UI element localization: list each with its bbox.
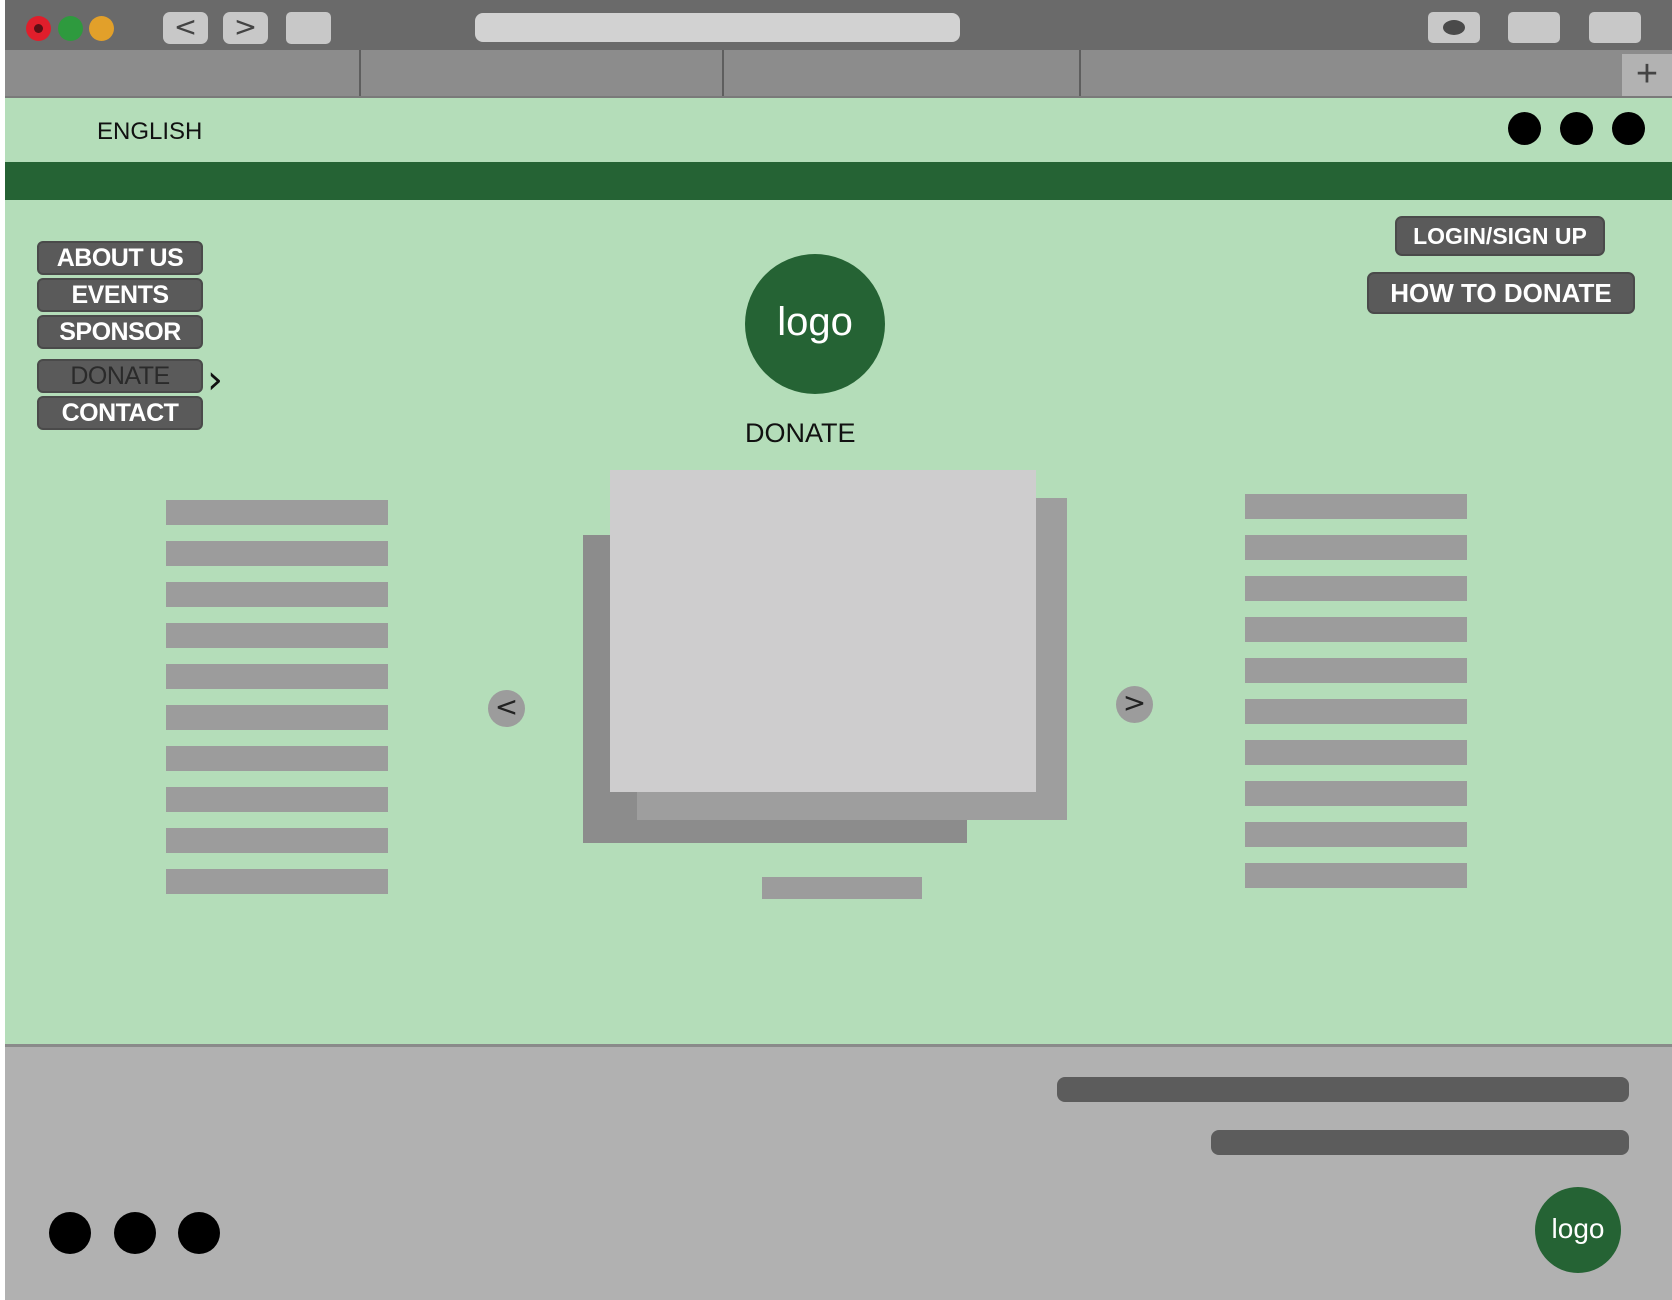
nav-donate[interactable]: DONATE [37,359,203,393]
text-placeholder-line [166,664,388,689]
minimize-window-icon[interactable] [58,16,83,41]
text-placeholder-line [1245,576,1467,601]
text-placeholder-line [166,623,388,648]
text-placeholder-line [166,582,388,607]
chevron-right-icon: › [207,357,223,403]
browser-tab[interactable] [724,50,1081,96]
reader-view-button[interactable] [1428,12,1480,43]
footer-link-placeholder[interactable] [1211,1130,1629,1155]
header-divider-bar [5,162,1672,200]
page-title: DONATE [745,418,856,448]
how-to-donate-button[interactable]: HOW TO DONATE [1367,272,1635,314]
close-window-icon[interactable] [26,16,51,41]
carousel-next-button[interactable]: > [1116,686,1153,723]
text-placeholder-line [1245,740,1467,765]
site-logo[interactable]: logo [745,254,885,394]
text-placeholder-line [166,828,388,853]
browser-tab[interactable] [1081,50,1622,96]
footer-logo[interactable]: logo [1535,1187,1621,1273]
nav-sponsor[interactable]: SPONSOR [37,315,203,349]
nav-about-us[interactable]: ABOUT US [37,241,203,275]
browser-tab-strip: + [5,50,1672,98]
text-placeholder-line [1245,658,1467,683]
carousel-image[interactable] [610,470,1036,792]
share-button[interactable] [1508,12,1560,43]
sidebar-toggle-button[interactable] [286,12,331,44]
text-placeholder-line [166,869,388,894]
carousel-caption-placeholder [762,877,922,899]
language-selector[interactable]: ENGLISH [97,118,202,146]
text-placeholder-line [166,541,388,566]
nav-events[interactable]: EVENTS [37,278,203,312]
browser-tab[interactable] [361,50,724,96]
back-button[interactable]: < [163,12,208,44]
web-page: ENGLISH ABOUT US EVENTS SPONSOR DONATE ›… [5,98,1672,1044]
social-icon-1[interactable] [49,1212,91,1254]
footer-link-placeholder[interactable] [1057,1077,1629,1102]
text-placeholder-line [1245,535,1467,560]
new-tab-button[interactable]: + [1622,54,1672,96]
text-placeholder-line [1245,822,1467,847]
text-placeholder-line [166,705,388,730]
social-icon-2[interactable] [114,1212,156,1254]
text-placeholder-line [1245,699,1467,724]
tabs-overview-button[interactable] [1589,12,1641,43]
forward-button[interactable]: > [223,12,268,44]
social-icon-1[interactable] [1508,112,1541,145]
social-icon-2[interactable] [1560,112,1593,145]
nav-contact[interactable]: CONTACT [37,396,203,430]
site-footer: logo [5,1044,1672,1300]
social-icon-3[interactable] [1612,112,1645,145]
text-placeholder-line [1245,617,1467,642]
text-placeholder-line [166,500,388,525]
text-placeholder-line [1245,781,1467,806]
carousel-prev-button[interactable]: < [488,690,525,727]
text-placeholder-line [1245,863,1467,888]
browser-tab[interactable] [5,50,361,96]
browser-title-bar: < > [5,0,1672,50]
eye-icon [1443,20,1465,35]
address-bar[interactable] [475,13,960,42]
text-placeholder-line [1245,494,1467,519]
social-icon-3[interactable] [178,1212,220,1254]
maximize-window-icon[interactable] [89,16,114,41]
text-placeholder-line [166,787,388,812]
login-signup-button[interactable]: LOGIN/SIGN UP [1395,216,1605,256]
text-placeholder-line [166,746,388,771]
